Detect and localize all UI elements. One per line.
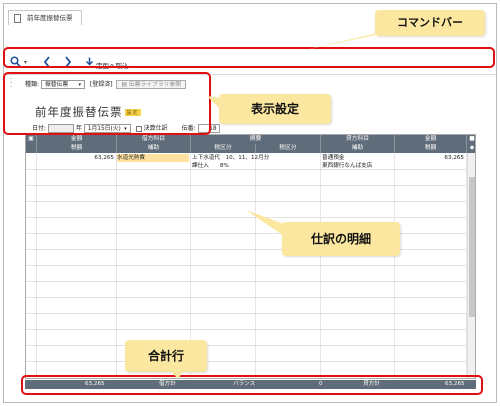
- copy-icon[interactable]: ▣: [26, 135, 36, 144]
- grid-header-row-1: ▣ 金額 借方科目 摘要 貸方科目 金額 ■: [26, 135, 475, 144]
- header-debit-account: 借方科目: [116, 135, 190, 144]
- total-row-callout: 合計行: [125, 340, 207, 372]
- total-row-highlight: [21, 375, 483, 395]
- header-tax-class-right: 税区分: [255, 144, 320, 153]
- display-settings-callout-pointer: [207, 96, 221, 110]
- header-amount: 金額: [36, 135, 116, 144]
- summary-cell[interactable]: 上下水道代 10、11、12月分: [192, 154, 269, 162]
- tag-icon[interactable]: ◆: [466, 144, 475, 153]
- header-summary: 摘要: [190, 135, 320, 144]
- journal-details-callout-pointer: [246, 210, 284, 236]
- journal-grid: ▣ 金額 借方科目 摘要 貸方科目 金額 ■ 税額 補助 税区分 税区分 補助 …: [25, 134, 476, 379]
- header-debit-sub: 補助: [116, 144, 190, 153]
- scrollbar-thumb[interactable]: [469, 177, 475, 317]
- debit-amount-cell[interactable]: 63,265: [36, 154, 114, 162]
- debit-account-cell[interactable]: 水道光熱費: [117, 154, 189, 162]
- command-bar-highlight: [3, 47, 495, 68]
- credit-account-cell[interactable]: 普通預金: [322, 154, 344, 162]
- header-credit-account: 貸方科目: [320, 135, 394, 144]
- tax-class-cell[interactable]: 課仕入 8%: [192, 162, 229, 170]
- document-icon: [14, 14, 21, 23]
- header-tax-class-left: 税区分: [190, 144, 255, 153]
- header-credit-amount: 金額: [394, 135, 466, 144]
- document-tab[interactable]: 前年度振替伝票: [8, 10, 82, 25]
- command-bar-callout-pointer: [305, 30, 400, 50]
- credit-sub-cell[interactable]: 東西銀行なんば支店: [322, 162, 372, 170]
- display-settings-highlight: [3, 72, 211, 135]
- vertical-scrollbar[interactable]: [467, 153, 475, 378]
- total-row-callout-pointer: [170, 370, 184, 379]
- journal-details-callout: 仕訳の明細: [282, 222, 400, 256]
- header-credit-tax: 税額: [394, 144, 466, 153]
- tab-title: 前年度振替伝票: [27, 14, 73, 22]
- grid-header-row-2: 税額 補助 税区分 税区分 補助 税額 ◆: [26, 144, 475, 153]
- display-settings-callout: 表示設定: [219, 94, 331, 124]
- grid-menu-icon[interactable]: ■: [466, 135, 475, 144]
- header-tax: 税額: [36, 144, 116, 153]
- credit-amount-cell[interactable]: 63,265: [394, 154, 464, 162]
- header-credit-sub: 補助: [320, 144, 394, 153]
